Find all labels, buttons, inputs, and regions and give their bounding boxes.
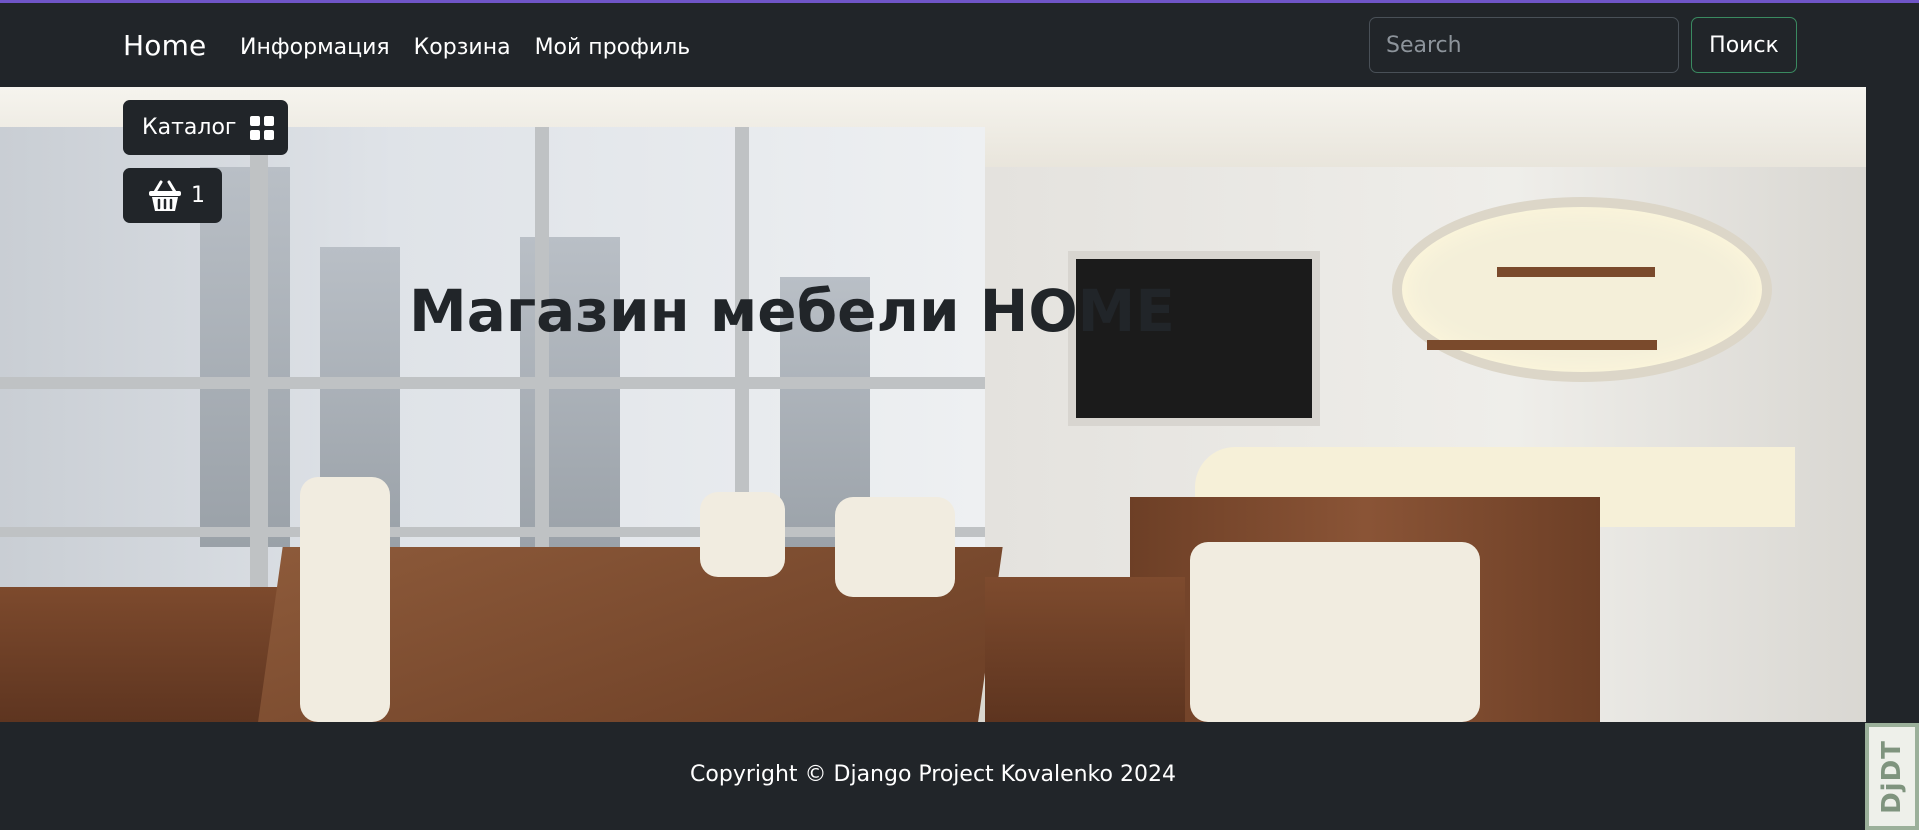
- debug-toolbar-handle[interactable]: DjDT: [1865, 723, 1919, 830]
- coffee-table: [985, 577, 1185, 722]
- debug-toolbar-label: DjDT: [1877, 739, 1907, 814]
- nav-links: Информация Корзина Мой профиль: [240, 35, 690, 60]
- window-mullion: [0, 377, 985, 389]
- cart-count: 1: [191, 183, 205, 208]
- hero-banner: Магазин мебели HOME: [0, 87, 1866, 722]
- wall-shelf: [1427, 340, 1657, 350]
- building-shape: [200, 167, 290, 547]
- armchair: [835, 497, 955, 597]
- armchair: [700, 492, 785, 577]
- hero-title: Магазин мебели HOME: [409, 277, 1175, 345]
- nav-link-profile[interactable]: Мой профиль: [535, 35, 691, 60]
- nav-link-cart[interactable]: Корзина: [414, 35, 511, 60]
- window-mullion: [250, 127, 268, 667]
- navbar: Home Информация Корзина Мой профиль Поис…: [0, 3, 1919, 87]
- navbar-brand[interactable]: Home: [123, 29, 207, 62]
- wall-oval-niche: [1392, 197, 1772, 382]
- nav-link-info[interactable]: Информация: [240, 35, 390, 60]
- wall-shelf: [1497, 267, 1655, 277]
- armchair: [1190, 542, 1480, 722]
- cart-button[interactable]: 1: [123, 168, 222, 223]
- search-input[interactable]: [1369, 17, 1679, 73]
- catalog-button-label: Каталог: [142, 115, 237, 140]
- catalog-button[interactable]: Каталог: [123, 100, 288, 155]
- office-chair: [300, 477, 390, 722]
- grid-icon: [250, 115, 275, 140]
- basket-icon: [149, 180, 181, 211]
- search-button[interactable]: Поиск: [1691, 17, 1797, 73]
- footer: Copyright © Django Project Kovalenko 202…: [0, 722, 1919, 830]
- footer-copyright: Copyright © Django Project Kovalenko 202…: [690, 762, 1176, 787]
